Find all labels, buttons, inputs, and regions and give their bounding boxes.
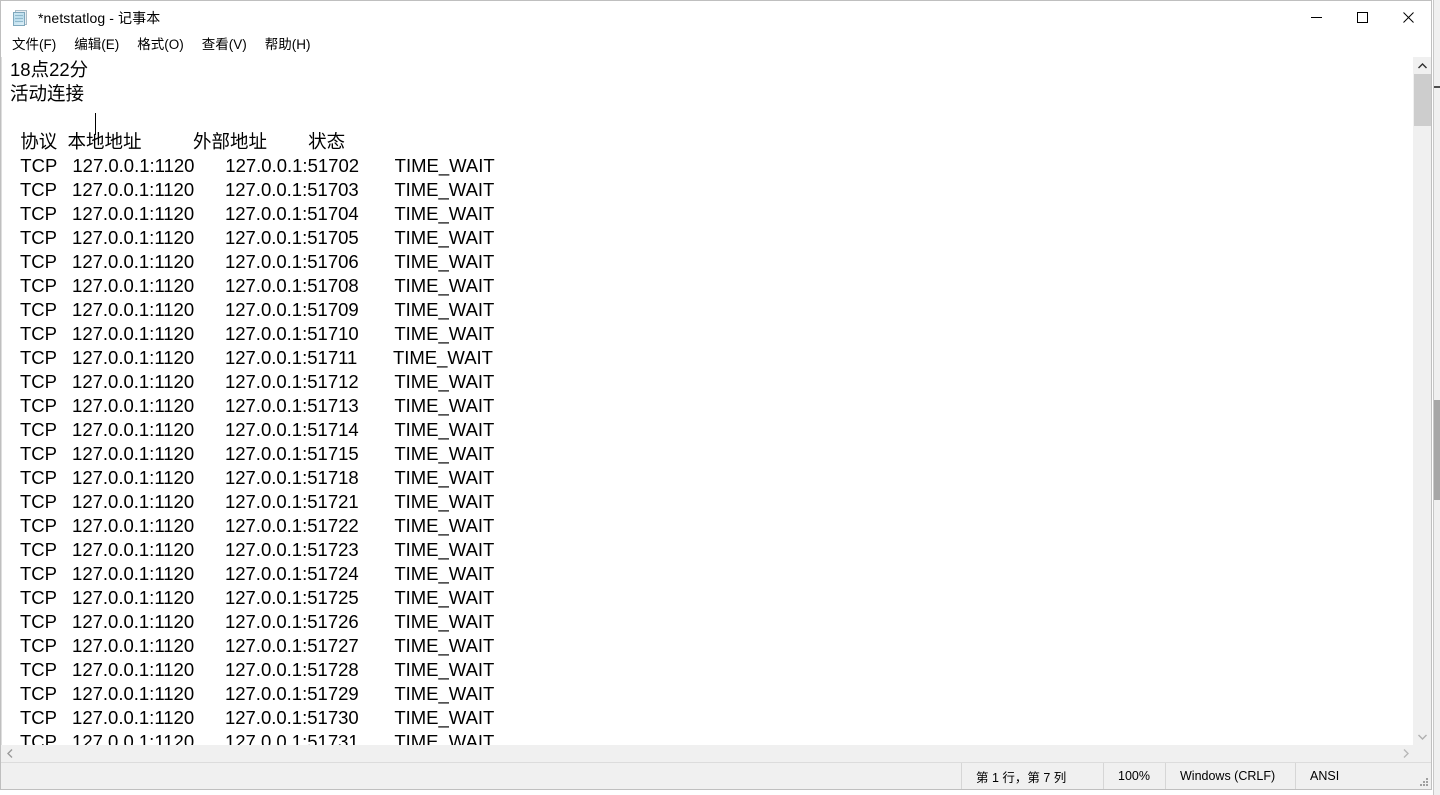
- menu-item-file[interactable]: 文件(F): [12, 34, 65, 56]
- text-editor[interactable]: 18点22分 活动连接 协议 本地地址 外部地址 状态 TCP 127.0.0.…: [1, 57, 1413, 745]
- horizontal-scroll-track[interactable]: [18, 745, 1397, 762]
- status-bar: 第 1 行，第 7 列 100% Windows (CRLF) ANSI: [1, 762, 1431, 789]
- menu-bar: 文件(F) 编辑(E) 格式(O) 查看(V) 帮助(H): [1, 34, 1431, 56]
- resize-grip-icon[interactable]: [1415, 763, 1431, 789]
- scroll-up-icon[interactable]: [1414, 57, 1431, 74]
- maximize-button[interactable]: [1339, 1, 1385, 34]
- window-title: *netstatlog - 记事本: [38, 9, 161, 26]
- document-text: 18点22分 活动连接 协议 本地地址 外部地址 状态 TCP 127.0.0.…: [10, 59, 495, 745]
- scroll-left-icon[interactable]: [1, 745, 18, 762]
- notepad-window: *netstatlog - 记事本 文件(F) 编辑(E) 格式(O) 查看(V…: [0, 0, 1432, 790]
- scroll-down-icon[interactable]: [1414, 728, 1431, 745]
- menu-item-help[interactable]: 帮助(H): [265, 34, 320, 56]
- status-zoom-level[interactable]: 100%: [1103, 763, 1165, 789]
- vertical-scrollbar[interactable]: [1413, 57, 1431, 745]
- scrollbar-corner: [1414, 745, 1431, 762]
- background-scrollbar-thumb[interactable]: [1434, 400, 1440, 500]
- close-button[interactable]: [1385, 1, 1431, 34]
- status-cursor-position: 第 1 行，第 7 列: [961, 763, 1103, 789]
- title-bar[interactable]: *netstatlog - 记事本: [1, 1, 1431, 34]
- vertical-scroll-track[interactable]: [1414, 74, 1431, 728]
- menu-item-format[interactable]: 格式(O): [137, 34, 193, 56]
- menu-item-view[interactable]: 查看(V): [202, 34, 256, 56]
- background-window-scrollbar[interactable]: [1433, 0, 1440, 795]
- status-encoding[interactable]: ANSI: [1295, 763, 1415, 789]
- vertical-scroll-thumb[interactable]: [1414, 74, 1431, 126]
- background-scrollbar-marker: [1434, 86, 1440, 88]
- editor-area: 18点22分 活动连接 协议 本地地址 外部地址 状态 TCP 127.0.0.…: [1, 56, 1431, 745]
- window-controls: [1293, 1, 1431, 34]
- horizontal-scrollbar[interactable]: [1, 745, 1431, 762]
- status-line-ending[interactable]: Windows (CRLF): [1165, 763, 1295, 789]
- status-bar-spacer: [1, 763, 961, 789]
- notepad-icon: [12, 9, 30, 27]
- minimize-button[interactable]: [1293, 1, 1339, 34]
- desktop-background: C TCP 192.168.1.225:53330 52.230.759:443…: [0, 0, 1440, 795]
- text-caret: [95, 113, 96, 135]
- scroll-right-icon[interactable]: [1397, 745, 1414, 762]
- menu-item-edit[interactable]: 编辑(E): [74, 34, 128, 56]
